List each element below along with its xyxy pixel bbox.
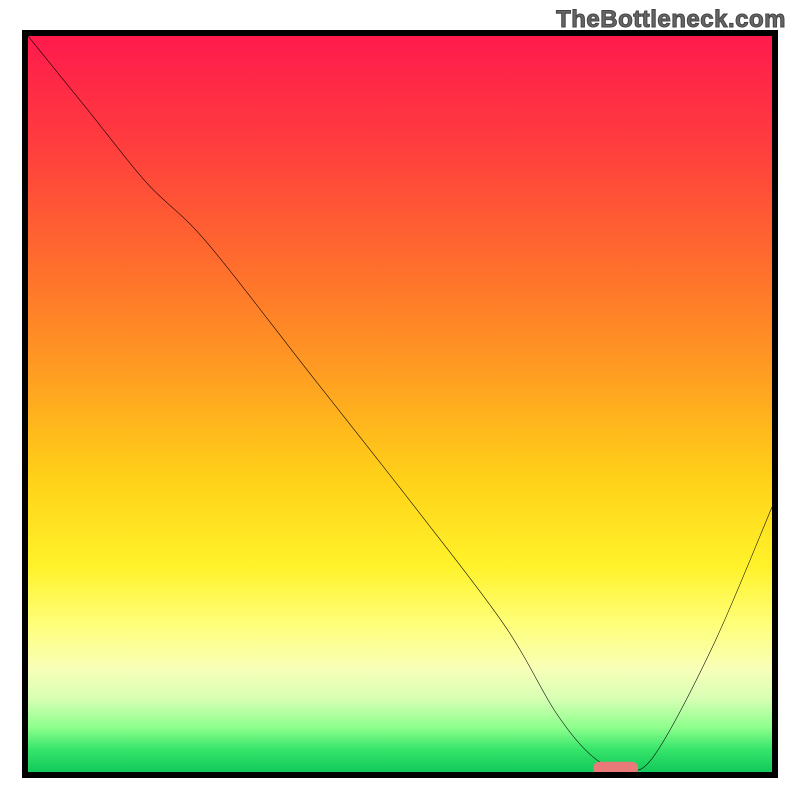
chart-plot-area [22,30,778,778]
chart-optimal-marker [28,36,772,772]
page-root: TheBottleneck.com [0,0,800,800]
